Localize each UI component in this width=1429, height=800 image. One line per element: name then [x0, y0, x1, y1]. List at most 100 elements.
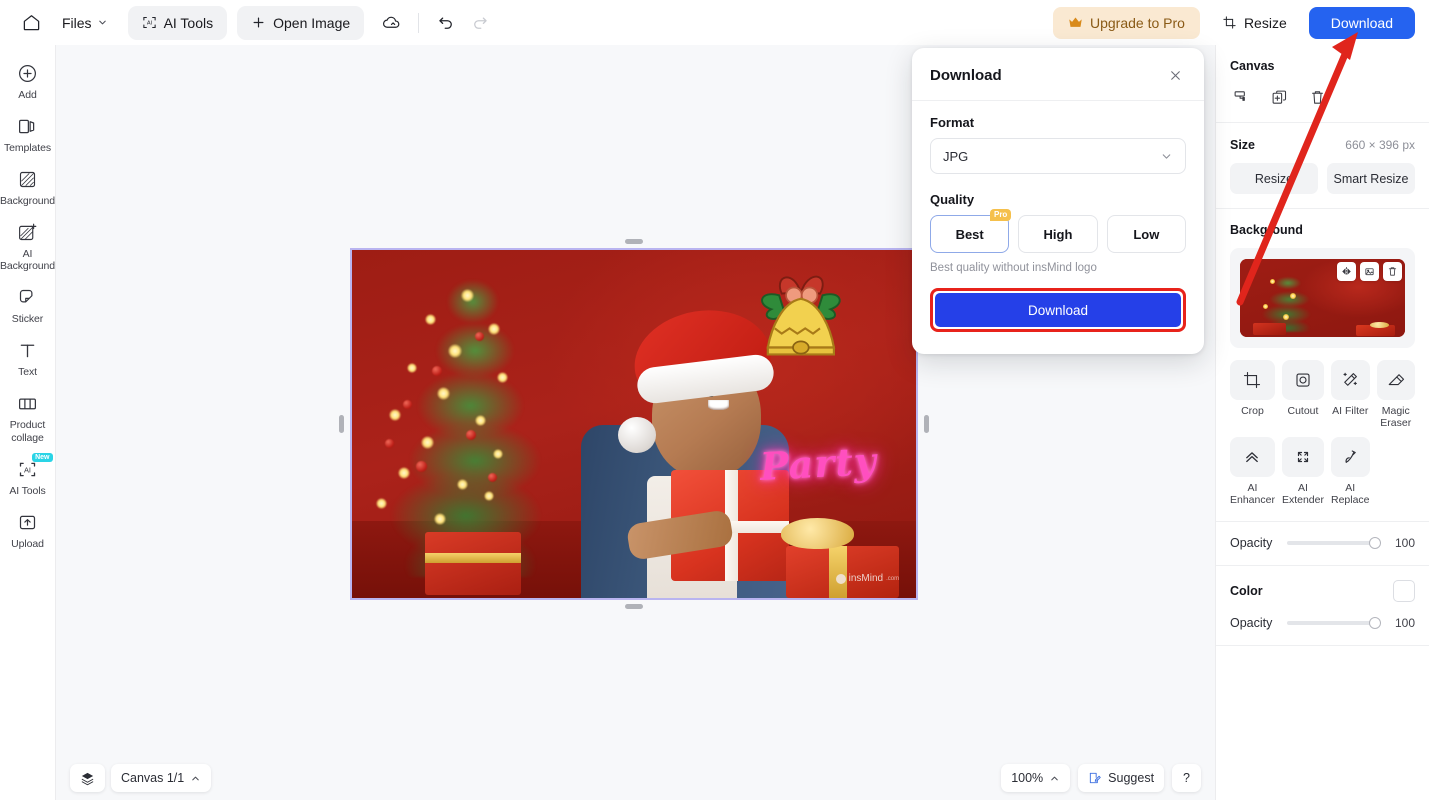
background-icon [19, 172, 36, 188]
color-swatch[interactable] [1393, 580, 1415, 603]
tool-ai-filter[interactable]: AI Filter [1330, 360, 1370, 429]
delete-icon[interactable] [1383, 262, 1402, 281]
format-select[interactable]: JPG [930, 138, 1186, 174]
resize-button[interactable]: Resize [1210, 7, 1299, 39]
tool-magic-eraser[interactable]: Magic Eraser [1376, 360, 1415, 430]
quality-hint: Best quality without insMind logo [930, 262, 1097, 274]
open-image-button-label: Open Image [273, 14, 351, 31]
sidebar-label-add: Add [18, 89, 37, 101]
tool-ai-extender[interactable]: AI Extender [1281, 437, 1324, 506]
background-section-title: Background [1230, 223, 1303, 237]
suggest-button[interactable]: Suggest [1078, 764, 1165, 792]
resize-buttons: Resize Smart Resize [1230, 163, 1415, 194]
ai-tools-button[interactable]: AI AI Tools [127, 5, 228, 40]
tool-ai-enhancer[interactable]: AI Enhancer [1230, 437, 1275, 506]
toolbar-divider [418, 12, 420, 33]
format-label: Format [930, 115, 975, 130]
quality-options: Pro Best High Low [930, 209, 1186, 253]
image-opacity-slider[interactable] [1287, 537, 1381, 550]
zoom-control[interactable]: 100% [1001, 764, 1071, 792]
ai-extender-icon [1281, 437, 1324, 478]
sidebar-item-add[interactable]: Add [1, 55, 55, 108]
sidebar-item-ai-background[interactable]: AI Background [0, 214, 55, 279]
text-icon [20, 344, 35, 358]
sidebar-label-upload: Upload [11, 537, 44, 550]
background-thumbnail[interactable] [1240, 259, 1405, 337]
sidebar-label-text: Text [18, 366, 37, 379]
sidebar-item-ai-tools[interactable]: New AI AI Tools [1, 451, 55, 504]
image-opacity-label: Opacity [1230, 536, 1273, 551]
tool-ai-replace[interactable]: AI Replace [1330, 437, 1370, 506]
close-icon[interactable] [1164, 64, 1186, 86]
delete-icon[interactable] [1306, 86, 1328, 108]
size-row: Size 660 × 396 px [1230, 138, 1415, 152]
sidebar-item-product-collage[interactable]: Product collage [1, 385, 55, 450]
bottom-status-bar: Canvas 1/1 100% Suggest ? [56, 756, 1215, 800]
download-confirm-button[interactable]: Download [935, 293, 1181, 327]
panel-resize-button[interactable]: Resize [1230, 163, 1318, 194]
open-image-button[interactable]: Open Image [237, 5, 365, 40]
size-label: Size [1230, 138, 1256, 152]
resize-handle-top[interactable] [625, 239, 643, 244]
tool-crop[interactable]: Crop [1230, 360, 1275, 429]
artwork-gold-bow [780, 517, 854, 550]
quality-option-high[interactable]: High [1018, 215, 1098, 253]
resize-handle-bottom[interactable] [625, 604, 643, 609]
format-select-value: JPG [943, 148, 969, 164]
files-menu-label: Files [62, 14, 92, 31]
canvas-actions [1230, 86, 1415, 108]
layers-button[interactable] [70, 764, 105, 792]
zoom-label: 100% [1011, 771, 1044, 785]
smart-resize-button[interactable]: Smart Resize [1327, 163, 1415, 194]
top-toolbar: Files AI AI Tools Open Image Upgrade to … [0, 0, 1429, 45]
image-opacity-value: 100 [1394, 536, 1415, 551]
undo-icon[interactable] [429, 6, 463, 40]
quality-option-low[interactable]: Low [1106, 215, 1186, 253]
canvas-page-label: Canvas 1/1 [121, 771, 185, 785]
top-toolbar-right: Upgrade to Pro Resize Download [1052, 6, 1415, 39]
sidebar-item-templates[interactable]: Templates [1, 108, 55, 161]
sidebar-item-background[interactable]: Background [0, 161, 56, 214]
help-button[interactable]: ? [1172, 764, 1201, 792]
upgrade-to-pro-label: Upgrade to Pro [1089, 14, 1185, 31]
home-icon[interactable] [14, 6, 48, 40]
canvas-page-button[interactable]: Canvas 1/1 [111, 764, 212, 792]
download-button[interactable]: Download [1308, 6, 1415, 39]
canvas-selection-wrapper[interactable]: Party insMind .com [339, 239, 929, 609]
sidebar-label-background: Background [0, 195, 56, 208]
color-opacity-knob[interactable] [1369, 617, 1381, 630]
panel-divider-4 [1216, 565, 1429, 567]
size-value: 660 × 396 px [1345, 138, 1415, 152]
download-dialog-title: Download [930, 66, 1002, 84]
paint-bucket-icon[interactable] [1230, 86, 1252, 108]
watermark-logo-icon [835, 573, 846, 584]
crop-icon [1230, 360, 1275, 400]
files-menu[interactable]: Files [52, 9, 118, 37]
color-row: Color [1230, 580, 1415, 603]
cloud-sync-icon[interactable] [374, 6, 408, 40]
redo-icon[interactable] [463, 6, 497, 40]
duplicate-icon[interactable] [1268, 86, 1290, 108]
suggest-icon [1090, 772, 1101, 784]
resize-handle-right[interactable] [924, 415, 929, 433]
sidebar-item-text[interactable]: Text [1, 332, 55, 385]
download-dialog-header: Download [912, 48, 1204, 101]
sidebar-item-sticker[interactable]: Sticker [1, 279, 55, 332]
color-opacity-value: 100 [1394, 616, 1415, 631]
background-thumb-actions [1337, 262, 1402, 281]
tool-magic-eraser-label: Magic Eraser [1380, 405, 1412, 430]
canvas-artboard[interactable]: Party insMind .com [350, 248, 918, 600]
panel-divider-2 [1216, 208, 1429, 209]
replace-image-icon[interactable] [1360, 262, 1379, 281]
tool-cutout-label: Cutout [1287, 405, 1319, 417]
tool-cutout[interactable]: Cutout [1281, 360, 1324, 429]
flip-icon[interactable] [1337, 262, 1356, 281]
color-opacity-slider[interactable] [1287, 617, 1381, 630]
ai-enhancer-icon [1230, 437, 1275, 478]
upgrade-to-pro-button[interactable]: Upgrade to Pro [1052, 6, 1200, 39]
resize-handle-left[interactable] [339, 415, 344, 433]
quality-option-best[interactable]: Pro Best [930, 209, 1012, 253]
ai-tools-button-label: AI Tools [163, 14, 214, 31]
sidebar-item-upload[interactable]: Upload [1, 504, 55, 557]
image-opacity-knob[interactable] [1369, 537, 1381, 550]
